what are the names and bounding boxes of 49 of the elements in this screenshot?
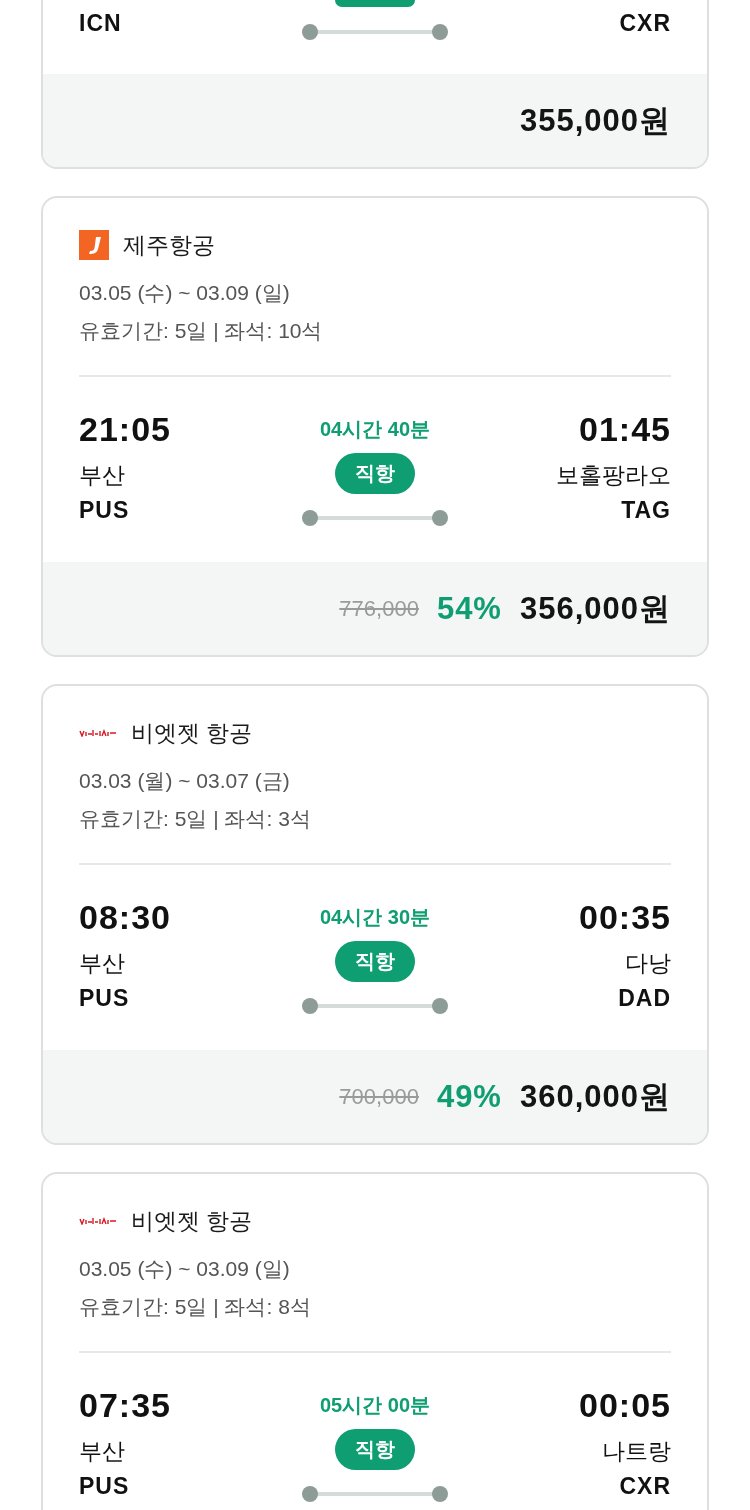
departure-city: 부산 [79, 949, 125, 977]
flight-card[interactable]: ICN CXR 355,000원 [41, 0, 709, 169]
price: 355,000원 [519, 101, 671, 140]
departure-city: 부산 [79, 461, 125, 489]
travel-dates: 03.05 (수) ~ 03.09 (일) [79, 1256, 291, 1282]
original-price: 700,000 [339, 1083, 419, 1110]
arrival-code: TAG [621, 496, 671, 524]
original-price: 776,000 [339, 595, 419, 622]
departure-city: 부산 [79, 1437, 125, 1465]
validity-seats: 유효기간: 5일 | 좌석: 8석 [79, 1292, 671, 1322]
departure-time: 07:35 [79, 1387, 171, 1423]
validity-seats: 유효기간: 5일 | 좌석: 3석 [79, 804, 671, 834]
airline-name: 비엣젯 항공 [131, 718, 253, 748]
airline-logo [79, 1217, 117, 1225]
direct-flight-badge: 직항 [335, 453, 415, 494]
departure-code: PUS [79, 1472, 130, 1500]
departure-time: 08:30 [79, 899, 171, 935]
flight-duration: 04시간 40분 [319, 417, 431, 442]
airline-name: 제주항공 [123, 230, 215, 260]
flight-duration: 05시간 00분 [319, 1393, 431, 1418]
arrival-time: 00:35 [579, 899, 671, 935]
price: 356,000원 [519, 589, 671, 628]
airline-logo [79, 729, 117, 737]
direct-flight-badge: 직항 [335, 941, 415, 982]
airline-name: 비엣젯 항공 [131, 1206, 253, 1236]
price: 360,000원 [519, 1077, 671, 1116]
discount-rate: 54% [436, 590, 502, 627]
flight-card[interactable]: 비엣젯 항공 03.05 (수) ~ 03.09 (일) 유효기간: 5일 | 좌석: 8석 07:35 부산 PUS 05시간 00분 직항 00:05 나트랑 CXR [41, 1172, 709, 1510]
arrival-city: 나트랑 [602, 1437, 671, 1465]
departure-code: PUS [79, 984, 130, 1012]
arrival-city: 보홀팡라오 [556, 461, 671, 489]
departure-time: 21:05 [79, 411, 171, 447]
validity-seats: 유효기간: 5일 | 좌석: 10석 [79, 316, 671, 346]
travel-dates: 03.05 (수) ~ 03.09 (일) [79, 280, 291, 306]
arrival-time: 01:45 [579, 411, 671, 447]
arrival-code: CXR [619, 9, 671, 37]
flight-card[interactable]: 비엣젯 항공 03.03 (월) ~ 03.07 (금) 유효기간: 5일 | 좌석: 3석 08:30 부산 PUS 04시간 30분 직항 00:35 다낭 DAD 700,000 49% 360,000원 [41, 684, 709, 1145]
travel-dates: 03.03 (월) ~ 03.07 (금) [79, 768, 291, 794]
arrival-time: 00:05 [579, 1387, 671, 1423]
departure-code: ICN [79, 9, 122, 37]
arrival-city: 다낭 [625, 949, 671, 977]
flight-card[interactable]: 제주항공 03.05 (수) ~ 03.09 (일) 유효기간: 5일 | 좌석: 10석 21:05 부산 PUS 04시간 40분 직항 01:45 보홀팡라오 TAG 776,000 54% 356,000원 [41, 196, 709, 657]
direct-flight-badge: 직항 [335, 1429, 415, 1470]
arrival-code: CXR [619, 1472, 671, 1500]
airline-logo [79, 230, 109, 260]
flight-duration: 04시간 30분 [319, 905, 431, 930]
arrival-code: DAD [618, 984, 671, 1012]
departure-code: PUS [79, 496, 130, 524]
discount-rate: 49% [436, 1078, 502, 1115]
